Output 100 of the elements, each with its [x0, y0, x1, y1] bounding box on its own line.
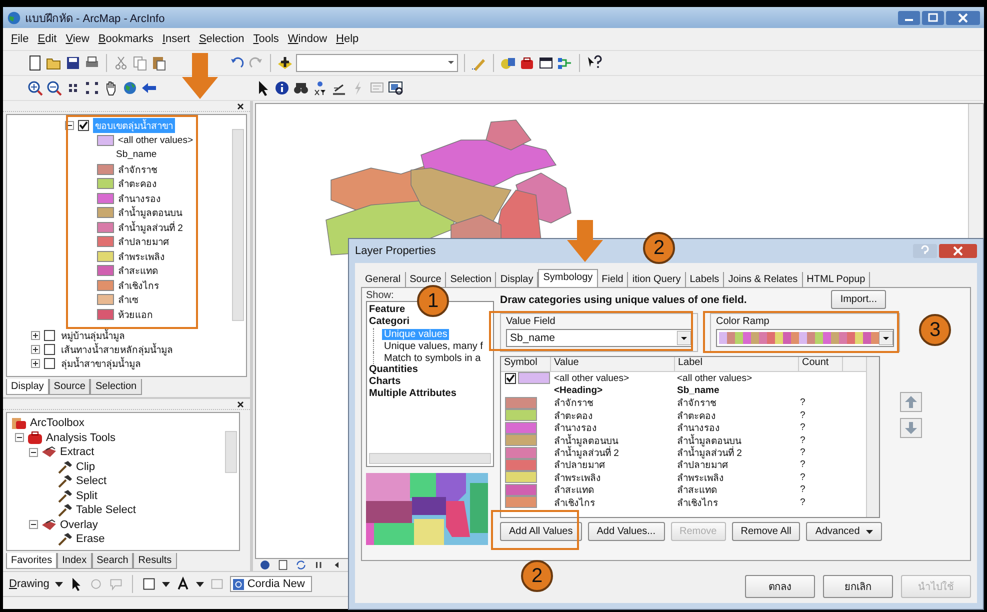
value-field-dropdown[interactable]: Sb_name	[506, 329, 692, 347]
symbol-swatch[interactable]	[505, 434, 537, 446]
checkbox[interactable]	[505, 372, 516, 384]
panel-tab[interactable]: Results	[133, 553, 177, 569]
list-item[interactable]: Quantities	[369, 364, 491, 376]
cut-icon[interactable]	[113, 55, 129, 71]
symbol-swatch[interactable]	[505, 458, 537, 471]
symbol-swatch[interactable]	[505, 446, 537, 459]
panel-tab[interactable]: Display	[6, 379, 49, 395]
back-arrow-icon[interactable]	[141, 80, 157, 96]
add-data-icon[interactable]	[277, 55, 293, 71]
action-button[interactable]: Remove All	[732, 522, 800, 541]
dialog-button[interactable]: ตกลง	[745, 575, 815, 598]
menu-item[interactable]: Selection	[198, 33, 244, 45]
dialog-tab[interactable]: Symbology	[538, 269, 598, 287]
save-icon[interactable]	[65, 55, 81, 71]
tree-item[interactable]: Extract	[60, 446, 94, 458]
scrollbar[interactable]	[866, 357, 879, 517]
paste-icon[interactable]	[151, 55, 167, 71]
caret-icon[interactable]	[162, 580, 170, 588]
drawing-menu[interactable]: Drawing	[9, 578, 50, 590]
text-tool-icon[interactable]	[176, 576, 190, 592]
action-button[interactable]: Add Values...	[588, 522, 664, 541]
whats-this-help-icon[interactable]	[586, 55, 602, 71]
expander-icon[interactable]	[15, 433, 24, 442]
globe-icon[interactable]	[122, 80, 138, 96]
scrollbar[interactable]	[225, 431, 237, 473]
expander-icon[interactable]	[31, 345, 40, 354]
panel-tab[interactable]: Selection	[90, 379, 142, 395]
menu-item[interactable]: View	[66, 33, 90, 45]
layer-name[interactable]: เส้นทางน้ำสายหลักลุ่มน้ำมูล	[59, 342, 175, 357]
column-header[interactable]: Count	[799, 357, 843, 371]
font-field[interactable]: Cordia New	[230, 576, 312, 592]
panel-tab[interactable]: Search	[92, 553, 134, 569]
tree-item[interactable]: Overlay	[60, 518, 98, 531]
toolbox-icon[interactable]	[519, 55, 535, 71]
symbol-swatch[interactable]	[518, 372, 550, 384]
expander-icon[interactable]	[31, 331, 40, 340]
checkbox[interactable]	[44, 330, 55, 341]
symbol-swatch[interactable]	[505, 409, 537, 422]
info-icon[interactable]	[274, 80, 290, 96]
menu-item[interactable]: Bookmarks	[98, 33, 154, 45]
symbol-swatch[interactable]	[505, 471, 537, 484]
layer-name[interactable]: หมู่บ้านลุ่มน้ำมูล	[59, 328, 127, 343]
globe-icon[interactable]	[259, 559, 271, 571]
scale-field[interactable]	[296, 54, 458, 72]
caret-icon[interactable]	[196, 580, 204, 588]
copy-icon[interactable]	[132, 55, 148, 71]
tree-item[interactable]: Analysis Tools	[46, 432, 116, 444]
panel-tab[interactable]: Favorites	[6, 553, 58, 569]
list-item[interactable]: Match to symbols in a	[382, 353, 483, 364]
tree-item[interactable]: Select	[76, 475, 107, 488]
scrollbar[interactable]	[369, 453, 491, 464]
list-item[interactable]: Categori	[369, 316, 491, 328]
menu-item[interactable]: File	[11, 33, 29, 45]
page-icon[interactable]	[277, 559, 289, 571]
fixed-zoom-out-icon[interactable]	[84, 80, 100, 96]
scrollbar[interactable]	[232, 129, 244, 321]
rectangle-icon[interactable]	[142, 577, 156, 591]
minimize-icon[interactable]	[898, 10, 920, 24]
dialog-button[interactable]: ยกเลิก	[823, 575, 893, 598]
menu-item[interactable]: Edit	[38, 33, 57, 45]
list-item[interactable]: Charts	[369, 376, 491, 388]
tree-item[interactable]: Clip	[76, 460, 95, 473]
screen-icon[interactable]	[388, 80, 404, 96]
xy-icon[interactable]	[312, 80, 328, 96]
panel-tab[interactable]: Index	[57, 553, 92, 569]
zoom-out-icon[interactable]	[46, 80, 62, 96]
checkbox[interactable]	[78, 120, 89, 131]
column-header[interactable]: Symbol	[501, 357, 551, 371]
symbol-swatch[interactable]	[505, 496, 537, 508]
symbol-swatch[interactable]	[505, 484, 537, 496]
tree-item[interactable]: ArcToolbox	[30, 417, 84, 430]
maximize-icon[interactable]	[922, 10, 944, 24]
dropdown-icon[interactable]	[677, 331, 691, 345]
symbol-swatch[interactable]	[505, 396, 537, 409]
caret-icon[interactable]	[55, 580, 64, 588]
window-icon[interactable]	[538, 55, 554, 71]
tree-item[interactable]: Erase	[76, 533, 105, 546]
symbol-swatch[interactable]	[505, 422, 537, 434]
checkbox[interactable]	[44, 358, 55, 369]
tree-item[interactable]: Table Select	[76, 504, 136, 516]
import-button[interactable]: Import...	[831, 290, 886, 309]
binoculars-icon[interactable]	[293, 80, 309, 96]
action-button[interactable]: Advanced	[806, 522, 882, 541]
action-button[interactable]: Add All Values	[500, 522, 582, 541]
menu-item[interactable]: Tools	[253, 33, 279, 45]
list-item[interactable]: Unique values, many f	[382, 341, 485, 352]
column-header[interactable]: Label	[675, 357, 799, 371]
new-document-icon[interactable]	[27, 55, 43, 71]
tree-item[interactable]: Split	[76, 490, 98, 502]
menu-item[interactable]: Window	[288, 33, 328, 45]
menu-item[interactable]: Help	[336, 33, 359, 45]
column-header[interactable]: Value	[551, 357, 675, 371]
panel-tab[interactable]: Source	[48, 379, 90, 395]
model-icon[interactable]	[557, 55, 573, 71]
expander-icon[interactable]	[29, 448, 38, 457]
layer-name[interactable]: ลุ่มน้ำสาขาลุ่มน้ำมูล	[59, 356, 143, 371]
expander-icon[interactable]	[29, 520, 38, 530]
refresh-icon[interactable]	[295, 559, 307, 571]
